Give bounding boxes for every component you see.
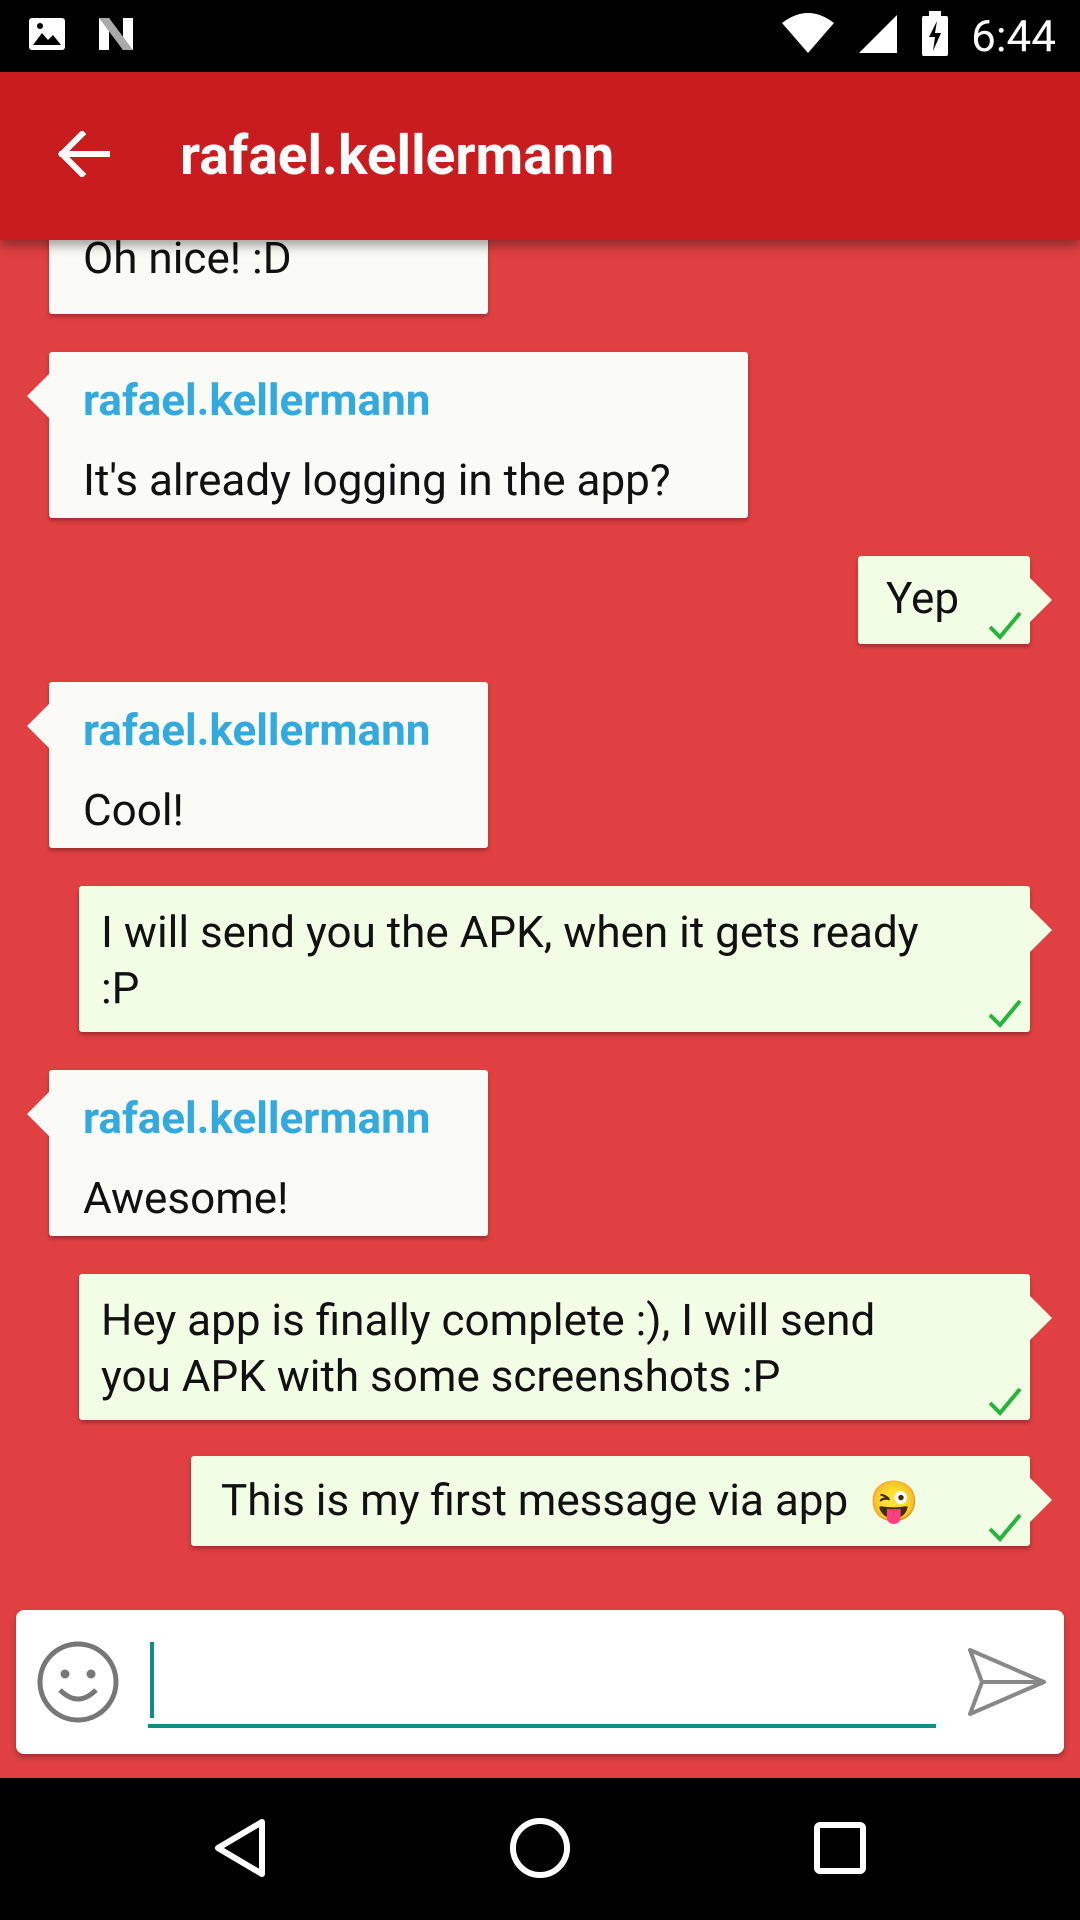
incoming-message[interactable]: rafael.kellermann It's already logging i… <box>27 352 748 518</box>
app-bar: rafael.kellermann <box>0 72 1080 240</box>
battery-charging-icon <box>921 11 949 61</box>
text-cursor <box>150 1642 154 1718</box>
wifi-icon <box>781 13 835 59</box>
message-text: I will send you the APK, when it gets re… <box>101 906 919 1014</box>
conversation-title: rafael.kellermann <box>180 124 615 188</box>
nav-home-button[interactable] <box>500 1810 580 1890</box>
chat-area[interactable]: Oh nice! :D rafael.kellermann It's alrea… <box>0 240 1080 1778</box>
emoji-button[interactable] <box>34 1638 122 1726</box>
back-button[interactable] <box>46 120 122 192</box>
message-text: Awesome! <box>83 1172 289 1224</box>
check-icon <box>986 986 1024 1028</box>
send-icon <box>964 1648 1048 1728</box>
incoming-message[interactable]: rafael.kellermann Awesome! <box>27 1070 488 1236</box>
sender-name: rafael.kellermann <box>83 1092 431 1144</box>
cellular-signal-icon <box>857 13 899 59</box>
home-circle-icon <box>509 1817 571 1883</box>
incoming-message[interactable]: Oh nice! :D <box>49 240 488 314</box>
back-triangle-icon <box>212 1818 268 1882</box>
incoming-message[interactable]: rafael.kellermann Cool! <box>27 682 488 848</box>
send-button[interactable] <box>964 1640 1048 1724</box>
sender-name: rafael.kellermann <box>83 704 431 756</box>
recents-square-icon <box>813 1821 867 1879</box>
outgoing-message[interactable]: This is my first message via app 😜 <box>191 1456 1052 1546</box>
message-input[interactable] <box>148 1634 936 1728</box>
message-text: Cool! <box>83 784 184 836</box>
message-text: Yep <box>886 572 960 624</box>
check-icon <box>986 598 1024 640</box>
clock: 6:44 <box>971 10 1056 62</box>
outgoing-message[interactable]: Yep <box>858 556 1052 644</box>
winking-tongue-emoji: 😜 <box>869 1478 919 1525</box>
check-icon <box>986 1500 1024 1542</box>
message-text: Oh nice! :D <box>83 240 292 284</box>
nav-recents-button[interactable] <box>800 1810 880 1890</box>
n-logo-icon <box>96 16 136 56</box>
check-icon <box>986 1374 1024 1416</box>
sender-name: rafael.kellermann <box>83 374 431 426</box>
message-text: This is my first message via app <box>221 1474 849 1526</box>
message-text: It's already logging in the app? <box>83 454 671 506</box>
outgoing-message[interactable]: Hey app is finally complete :), I will s… <box>79 1274 1052 1420</box>
smiley-icon <box>34 1641 122 1730</box>
outgoing-message[interactable]: I will send you the APK, when it gets re… <box>79 886 1052 1032</box>
message-text: Hey app is finally complete :), I will s… <box>101 1294 876 1402</box>
status-bar: 6:44 <box>0 0 1080 72</box>
arrow-left-icon <box>57 129 111 181</box>
message-composer <box>16 1610 1064 1754</box>
image-icon <box>28 17 66 55</box>
navigation-bar <box>0 1778 1080 1920</box>
nav-back-button[interactable] <box>200 1810 280 1890</box>
